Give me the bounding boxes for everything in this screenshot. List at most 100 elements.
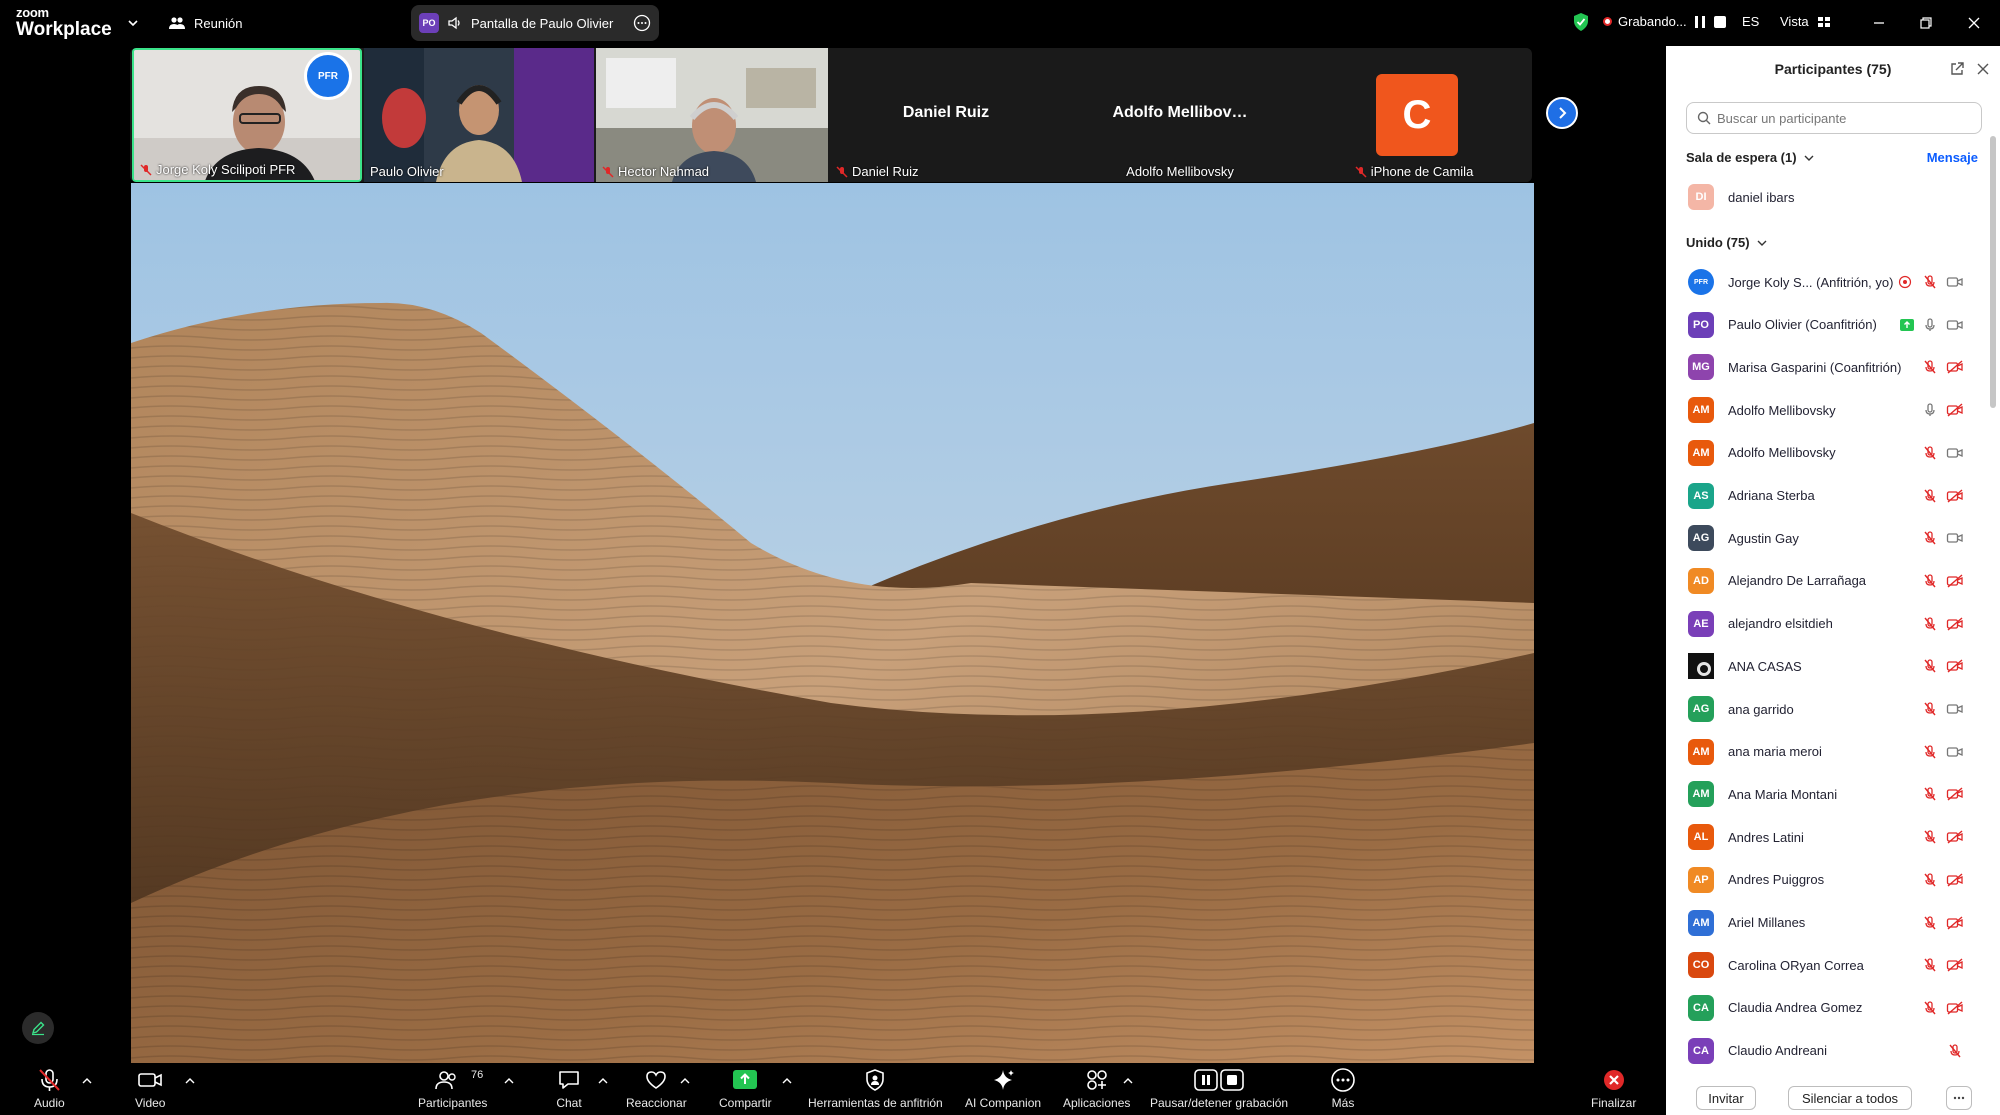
caret-up-icon[interactable] (81, 1075, 93, 1087)
camera-off-icon[interactable] (1946, 872, 1964, 888)
camera-status[interactable] (1946, 444, 1964, 462)
caret-up-icon[interactable] (781, 1075, 793, 1087)
mic-icon[interactable] (1922, 402, 1938, 418)
participant-row[interactable]: PFR Jorge Koly S... (Anfitrión, yo) (1666, 261, 1988, 303)
mic-status[interactable] (1921, 743, 1939, 761)
camera-status[interactable] (1946, 828, 1964, 846)
participant-row[interactable]: AM Ana Maria Montani (1666, 773, 1988, 815)
camera-off-icon[interactable] (1946, 359, 1964, 375)
more-options-icon[interactable] (633, 14, 651, 32)
camera-status[interactable] (1946, 487, 1964, 505)
mic-status[interactable] (1921, 444, 1939, 462)
camera-status[interactable] (1946, 871, 1964, 889)
camera-off-icon[interactable] (1946, 616, 1964, 632)
camera-icon[interactable] (1946, 530, 1964, 546)
video-tile-camila[interactable]: C iPhone de Camila (1298, 48, 1530, 182)
participant-row[interactable]: AM Ariel Millanes (1666, 902, 1988, 944)
mic-muted-icon[interactable] (1922, 658, 1938, 674)
mic-status[interactable] (1921, 956, 1939, 974)
participant-row[interactable]: AS Adriana Sterba (1666, 475, 1988, 517)
video-tile-paulo[interactable]: Paulo Olivier (364, 48, 594, 182)
mic-status[interactable] (1921, 358, 1939, 376)
video-tile-adolfo[interactable]: Adolfo Mellibov… Adolfo Mellibovsky (1064, 48, 1296, 182)
camera-status[interactable] (1946, 572, 1964, 590)
mic-status[interactable] (1921, 700, 1939, 718)
mic-status[interactable] (1921, 785, 1939, 803)
camera-off-icon[interactable] (1946, 488, 1964, 504)
mic-muted-icon[interactable] (1922, 445, 1938, 461)
mic-status[interactable] (1921, 401, 1939, 419)
video-tile-hector[interactable]: Hector Nahmad (596, 48, 828, 182)
camera-off-icon[interactable] (1946, 786, 1964, 802)
camera-off-icon[interactable] (1946, 573, 1964, 589)
more-button[interactable]: Más (1330, 1067, 1356, 1110)
mute-all-button[interactable]: Silenciar a todos (1788, 1086, 1912, 1110)
mic-status[interactable] (1921, 999, 1939, 1017)
video-button[interactable]: Video (135, 1067, 165, 1110)
caret-up-icon[interactable] (1122, 1075, 1134, 1087)
audio-button[interactable]: Audio (34, 1067, 65, 1110)
caret-up-icon[interactable] (184, 1075, 196, 1087)
mic-muted-icon[interactable] (1922, 1000, 1938, 1016)
camera-off-icon[interactable] (1946, 658, 1964, 674)
participant-row[interactable]: PO Paulo Olivier (Coanfitrión) (1666, 304, 1988, 346)
security-shield-icon[interactable] (1572, 12, 1590, 32)
participant-row[interactable]: AM Adolfo Mellibovsky (1666, 389, 1988, 431)
camera-status[interactable] (1946, 529, 1964, 547)
mic-muted-icon[interactable] (1947, 1043, 1963, 1059)
waiting-room-toggle[interactable]: Sala de espera (1) (1686, 150, 1815, 165)
mic-muted-icon[interactable] (1922, 274, 1938, 290)
camera-status[interactable] (1946, 743, 1964, 761)
maximize-button[interactable] (1913, 10, 1939, 36)
close-panel-icon[interactable] (1975, 61, 1991, 77)
end-meeting-button[interactable]: Finalizar (1591, 1067, 1636, 1110)
mic-status[interactable] (1921, 828, 1939, 846)
camera-status[interactable] (1946, 657, 1964, 675)
ai-companion-button[interactable]: AI Companion (965, 1067, 1041, 1110)
screen-share-indicator[interactable]: PO Pantalla de Paulo Olivier (411, 5, 659, 41)
participant-row[interactable]: AE alejandro elsitdieh (1666, 603, 1988, 645)
waiting-participant-row[interactable]: DI daniel ibars (1666, 176, 1988, 218)
participant-row[interactable]: AP Andres Puiggros (1666, 859, 1988, 901)
meeting-info-button[interactable]: Reunión (168, 14, 242, 32)
participant-row[interactable]: AG Agustin Gay (1666, 517, 1988, 559)
chat-button[interactable]: Chat (556, 1067, 582, 1110)
mic-muted-icon[interactable] (1922, 786, 1938, 802)
video-tile-daniel[interactable]: Daniel Ruiz Daniel Ruiz (830, 48, 1062, 182)
mic-muted-icon[interactable] (1922, 701, 1938, 717)
mic-muted-icon[interactable] (1922, 616, 1938, 632)
participant-row[interactable]: CO Carolina ORyan Correa (1666, 944, 1988, 986)
participant-row[interactable]: CA Claudio Andreani (1666, 1030, 1988, 1072)
apps-button[interactable]: Aplicaciones (1063, 1067, 1130, 1110)
pause-stop-recording-button[interactable]: Pausar/detener grabación (1150, 1067, 1288, 1110)
next-page-button[interactable] (1546, 97, 1578, 129)
panel-more-button[interactable] (1946, 1086, 1972, 1110)
camera-off-icon[interactable] (1946, 957, 1964, 973)
mic-muted-icon[interactable] (1922, 744, 1938, 760)
annotate-button[interactable] (22, 1012, 54, 1044)
mic-muted-icon[interactable] (1922, 488, 1938, 504)
caret-up-icon[interactable] (597, 1075, 609, 1087)
camera-status[interactable] (1946, 999, 1964, 1017)
message-waiting-room-link[interactable]: Mensaje (1927, 150, 1978, 165)
share-screen-button[interactable]: Compartir (719, 1067, 772, 1110)
stop-recording-icon[interactable] (1712, 13, 1728, 31)
camera-status[interactable] (1946, 956, 1964, 974)
participant-row[interactable]: ANA CASAS (1666, 645, 1988, 687)
camera-off-icon[interactable] (1946, 915, 1964, 931)
camera-icon[interactable] (1946, 274, 1964, 290)
participant-row[interactable]: MG Marisa Gasparini (Coanfitrión) (1666, 346, 1988, 388)
mic-status[interactable] (1946, 1042, 1964, 1060)
view-button[interactable]: Vista (1780, 14, 1831, 29)
camera-off-icon[interactable] (1946, 402, 1964, 418)
minimize-button[interactable] (1866, 10, 1892, 36)
participant-row[interactable]: AM Adolfo Mellibovsky (1666, 432, 1988, 474)
panel-scrollbar[interactable] (1990, 136, 1996, 408)
participant-row[interactable]: AM ana maria meroi (1666, 731, 1988, 773)
participant-search-input[interactable]: Buscar un participante (1686, 102, 1982, 134)
participant-row[interactable]: CA Claudia Andrea Gomez (1666, 987, 1988, 1029)
camera-icon[interactable] (1946, 744, 1964, 760)
caret-up-icon[interactable] (679, 1075, 691, 1087)
chevron-down-icon[interactable] (126, 16, 140, 30)
mic-status[interactable] (1921, 914, 1939, 932)
